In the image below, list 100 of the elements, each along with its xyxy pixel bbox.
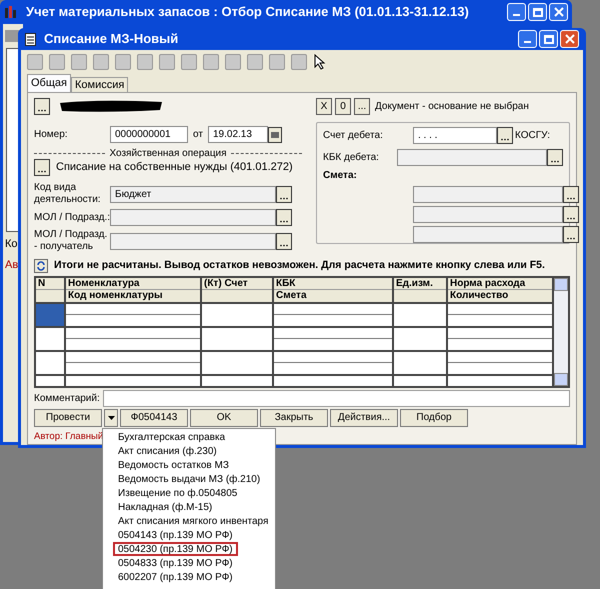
field-label: Код вида деятельности: xyxy=(34,182,102,206)
basis-text: Документ - основание не выбран xyxy=(375,100,529,114)
action-button[interactable]: Провести xyxy=(34,408,102,427)
close-icon xyxy=(564,34,574,44)
scrollbar[interactable] xyxy=(554,278,568,386)
label-fragment: Ав xyxy=(5,258,20,272)
document-icon xyxy=(25,32,36,46)
dropdown-button[interactable] xyxy=(104,408,118,427)
basis-button[interactable]: 0 xyxy=(335,98,351,114)
section-caption: Хозяйственная операция xyxy=(109,146,227,160)
column-header[interactable]: Ед.изм. xyxy=(394,278,446,290)
browse-button[interactable] xyxy=(34,98,50,114)
number-field[interactable]: 0000000001 xyxy=(110,126,188,143)
close-button[interactable] xyxy=(549,3,568,21)
browse-button[interactable] xyxy=(497,127,513,144)
notice-text: Итоги не расчитаны. Вывод остатков невозможен. Для расчета нажмите кнопку слева или F5. xyxy=(54,258,545,273)
input-field[interactable] xyxy=(413,186,563,203)
menu-item[interactable]: 0504230 (пр.139 МО РФ) xyxy=(113,542,238,556)
app-icon xyxy=(4,5,18,19)
browse-button[interactable] xyxy=(276,186,292,202)
browse-button[interactable] xyxy=(276,232,292,250)
browse-button[interactable] xyxy=(563,206,579,223)
table-row[interactable] xyxy=(36,352,554,376)
browse-button[interactable] xyxy=(547,149,563,166)
column-header[interactable]: Номенклатура xyxy=(66,278,200,290)
close-button[interactable] xyxy=(560,30,579,48)
minimize-button[interactable] xyxy=(518,30,537,48)
column-header[interactable]: Код номенклатуры xyxy=(66,290,200,302)
action-button[interactable]: Ф0504143 xyxy=(120,408,188,427)
browse-button[interactable] xyxy=(563,226,579,243)
label-fragment: Ко xyxy=(5,237,19,252)
column-header[interactable]: N xyxy=(36,278,64,290)
field-label: КОСГУ: xyxy=(515,129,550,143)
ellipsis-icon xyxy=(551,160,559,163)
menu-item[interactable]: Акт списания (ф.230) xyxy=(113,444,222,458)
section-label: Смета: xyxy=(323,169,358,183)
input-field[interactable] xyxy=(413,226,563,243)
ellipsis-icon xyxy=(280,220,288,223)
menu-item[interactable]: Накладная (ф.М-15) xyxy=(113,500,218,514)
menu-item[interactable]: Ведомость остатков МЗ xyxy=(113,458,234,472)
menu-item[interactable]: 0504143 (пр.139 МО РФ) xyxy=(113,528,238,542)
table-row[interactable] xyxy=(36,304,554,328)
close-icon xyxy=(554,7,564,17)
basis-button[interactable]: X xyxy=(316,98,332,114)
ellipsis-icon xyxy=(38,170,46,173)
field-label: Комментарий: xyxy=(34,392,100,406)
tab[interactable]: Комиссия xyxy=(70,77,128,92)
caret-icon xyxy=(108,416,114,420)
menu-item[interactable]: 0504833 (пр.139 МО РФ) xyxy=(113,556,238,570)
input-field[interactable]: Бюджет xyxy=(110,186,276,202)
field-label: КБК дебета: xyxy=(323,151,380,165)
toolbar-icon[interactable] xyxy=(5,30,19,42)
browse-button[interactable] xyxy=(276,209,292,226)
column-header[interactable]: Смета xyxy=(274,290,392,302)
basis-button[interactable]: ... xyxy=(354,98,370,114)
maximize-button[interactable] xyxy=(528,3,547,21)
column-header[interactable]: КБК xyxy=(274,278,392,290)
field-label: МОЛ / Подразд.: xyxy=(34,211,110,225)
account-field[interactable]: . . . . xyxy=(413,127,497,144)
ellipsis-icon xyxy=(280,196,288,200)
browse-button[interactable] xyxy=(34,159,50,176)
menu-item[interactable]: 6002207 (пр.139 МО РФ) xyxy=(113,570,238,584)
table-row[interactable] xyxy=(36,328,554,352)
action-button[interactable]: OK xyxy=(190,408,258,427)
ellipsis-icon xyxy=(567,197,575,200)
action-button[interactable]: Закрыть xyxy=(260,408,328,427)
action-button[interactable]: Действия... xyxy=(330,408,398,427)
window-title: Учет материальных запасов : Отбор Списание МЗ (01.01.13-31.12.13) xyxy=(26,3,470,22)
date-field[interactable]: 19.02.13 xyxy=(208,126,268,143)
field-label: МОЛ / Подразд. - получатель xyxy=(34,229,108,253)
input-field[interactable] xyxy=(397,149,547,166)
window-title: Списание МЗ-Новый xyxy=(44,30,180,48)
row-marker[interactable] xyxy=(36,304,66,326)
input-field[interactable] xyxy=(110,232,276,250)
comment-field[interactable] xyxy=(102,390,570,407)
field-label: Счет дебета: xyxy=(323,129,384,143)
menu-item[interactable]: Акт списания мягкого инвентаря xyxy=(113,514,274,528)
column-header[interactable]: Норма расхода xyxy=(448,278,552,290)
browse-button[interactable] xyxy=(563,186,579,203)
ellipsis-icon xyxy=(501,138,509,141)
author-text: Автор: Главный xyxy=(34,430,104,444)
menu-item[interactable]: Бухгалтерская справка xyxy=(113,430,230,444)
tab[interactable]: Общая xyxy=(27,74,71,92)
ellipsis-icon xyxy=(280,244,288,246)
input-field[interactable] xyxy=(413,206,563,223)
menu-item[interactable]: Ведомость выдачи МЗ (ф.210) xyxy=(113,472,266,486)
input-field[interactable] xyxy=(110,209,276,226)
operation-link[interactable]: Списание на собственные нужды (401.01.272) xyxy=(56,159,293,176)
column-header[interactable]: (Кт) Счет xyxy=(202,278,272,290)
calendar-icon[interactable] xyxy=(268,126,282,142)
column-header[interactable]: Количество xyxy=(448,290,552,302)
menu-item[interactable]: Извещение по ф.0504805 xyxy=(113,486,242,500)
minimize-button[interactable] xyxy=(507,3,526,21)
refresh-icon[interactable] xyxy=(34,258,48,273)
field-label: Номер: xyxy=(34,128,69,142)
action-button[interactable]: Подбор xyxy=(400,408,468,427)
maximize-button[interactable] xyxy=(539,30,558,48)
ellipsis-icon xyxy=(567,217,575,220)
ellipsis-icon xyxy=(567,237,575,240)
ellipsis-icon xyxy=(38,108,46,112)
